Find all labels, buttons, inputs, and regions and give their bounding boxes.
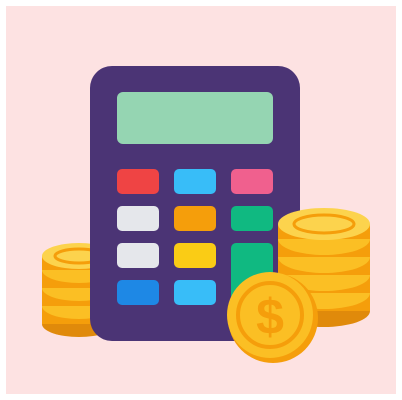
calculator-coins-icon: $ bbox=[42, 66, 370, 363]
dollar-symbol: $ bbox=[256, 289, 284, 345]
calculator-key bbox=[174, 243, 216, 268]
calculator-key bbox=[231, 169, 273, 194]
calculator-key bbox=[117, 206, 159, 231]
calculator-key bbox=[174, 169, 216, 194]
calculator-key bbox=[231, 206, 273, 231]
illustration-canvas: $ bbox=[6, 6, 396, 394]
calculator-key bbox=[117, 280, 159, 305]
calculator-key bbox=[117, 243, 159, 268]
calculator-key bbox=[117, 169, 159, 194]
calculator-key bbox=[174, 280, 216, 305]
calculator-key bbox=[174, 206, 216, 231]
calculator-screen bbox=[117, 92, 273, 144]
